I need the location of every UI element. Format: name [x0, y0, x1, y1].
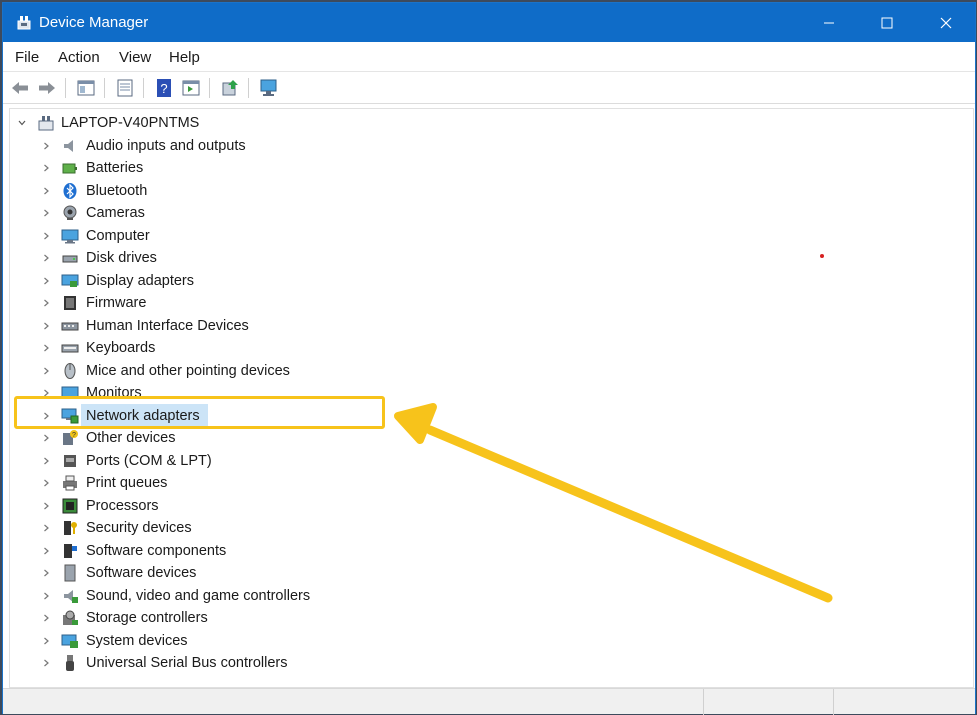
annotation-arrow [394, 403, 833, 603]
